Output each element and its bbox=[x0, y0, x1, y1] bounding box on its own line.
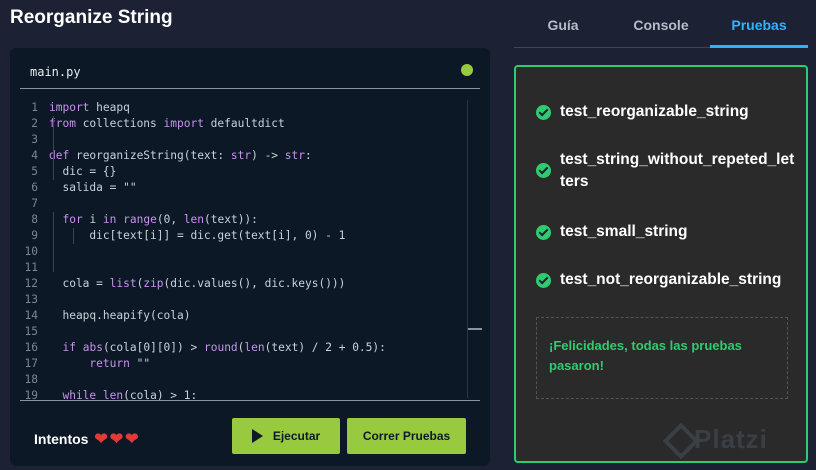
test-name: test_small_string bbox=[560, 223, 688, 240]
line-number: 15 bbox=[24, 325, 38, 338]
hearts: ❤ ❤ ❤ bbox=[92, 431, 139, 448]
run-button-label: Ejecutar bbox=[272, 429, 321, 443]
run-tests-button-label: Correr Pruebas bbox=[362, 429, 451, 443]
line-number: 2 bbox=[31, 117, 38, 130]
code-text: for i in range(0, len(text)): bbox=[62, 213, 258, 226]
code-text: while len(cola) > 1: bbox=[62, 389, 198, 400]
line-number: 7 bbox=[31, 197, 38, 210]
run-tests-button[interactable]: Correr Pruebas bbox=[347, 418, 466, 454]
active-tab-indicator bbox=[710, 45, 808, 48]
file-name[interactable]: main.py bbox=[30, 65, 81, 79]
heart-icon: ❤ bbox=[94, 431, 108, 448]
check-circle-icon bbox=[536, 273, 551, 288]
line-number: 10 bbox=[24, 245, 38, 258]
line-number: 11 bbox=[24, 261, 38, 274]
success-message: ¡Felicidades, todas las pruebas pasaron! bbox=[536, 317, 788, 399]
heart-icon: ❤ bbox=[125, 431, 139, 448]
attempts-label: Intentos bbox=[34, 431, 89, 447]
file-header: main.py bbox=[20, 58, 480, 89]
line-number: 12 bbox=[24, 277, 38, 290]
code-text: salida = "" bbox=[49, 181, 137, 194]
code-text: heapq.heapify(cola) bbox=[49, 309, 191, 322]
line-number: 4 bbox=[31, 149, 38, 162]
test-results-panel: test_reorganizable_string test_string_wi… bbox=[514, 65, 808, 463]
line-number: 13 bbox=[24, 293, 38, 306]
code-text: def reorganizeString(text: str) -> str: bbox=[49, 149, 312, 162]
line-number: 17 bbox=[24, 357, 38, 370]
code-text: dic[text[i]] = dic.get(text[i], 0) - 1 bbox=[49, 229, 346, 242]
line-number: 9 bbox=[31, 229, 38, 242]
line-number: 8 bbox=[31, 213, 38, 226]
code-editor: main.py 1 import heapq 2 from collections i… bbox=[10, 48, 490, 466]
watermark: Platzi bbox=[662, 422, 768, 460]
line-number: 14 bbox=[24, 309, 38, 322]
editor-divider bbox=[20, 400, 480, 401]
code-text: cola = list(zip(dic.values(), dic.keys()… bbox=[49, 277, 346, 290]
indent-guide bbox=[53, 116, 54, 180]
indent-guide bbox=[73, 228, 74, 244]
test-name: test_string_without_repeted_letters bbox=[560, 151, 795, 190]
code-text: import heapq bbox=[49, 101, 130, 114]
line-number: 3 bbox=[31, 133, 38, 146]
line-number: 16 bbox=[24, 341, 38, 354]
watermark-text: Platzi bbox=[694, 424, 768, 454]
code-text: from collections import defaultdict bbox=[49, 117, 285, 130]
run-button[interactable]: Ejecutar bbox=[232, 418, 340, 454]
test-name: test_not_reorganizable_string bbox=[560, 271, 782, 288]
attempts: Intentos ❤ ❤ ❤ bbox=[34, 429, 139, 449]
check-circle-icon bbox=[536, 225, 551, 240]
code-text: if abs(cola[0][0]) > round(len(text) / 2… bbox=[62, 341, 386, 354]
code-text: return "" bbox=[89, 357, 151, 370]
line-number: 6 bbox=[31, 181, 38, 194]
check-circle-icon bbox=[536, 163, 551, 178]
tab-pruebas[interactable]: Pruebas bbox=[710, 0, 808, 48]
line-number: 19 bbox=[24, 389, 38, 400]
tab-console[interactable]: Console bbox=[612, 0, 710, 48]
scrollbar-thumb[interactable] bbox=[468, 328, 482, 330]
check-circle-icon bbox=[536, 105, 551, 120]
play-icon bbox=[251, 429, 263, 443]
code-text: dic = {} bbox=[49, 165, 117, 178]
tab-guia[interactable]: Guía bbox=[514, 0, 612, 48]
line-number: 1 bbox=[31, 101, 38, 114]
indent-guide bbox=[53, 212, 54, 272]
code-area[interactable]: 1 import heapq 2 from collections import de… bbox=[22, 100, 484, 400]
test-name: test_reorganizable_string bbox=[560, 103, 749, 120]
line-number: 5 bbox=[31, 165, 38, 178]
page-title: Reorganize String bbox=[10, 7, 173, 28]
line-number: 18 bbox=[24, 373, 38, 386]
tab-bar: Guía Console Pruebas bbox=[514, 0, 808, 48]
heart-icon: ❤ bbox=[109, 431, 124, 448]
status-dot-icon bbox=[461, 64, 473, 76]
scrollbar-track[interactable] bbox=[467, 100, 468, 398]
